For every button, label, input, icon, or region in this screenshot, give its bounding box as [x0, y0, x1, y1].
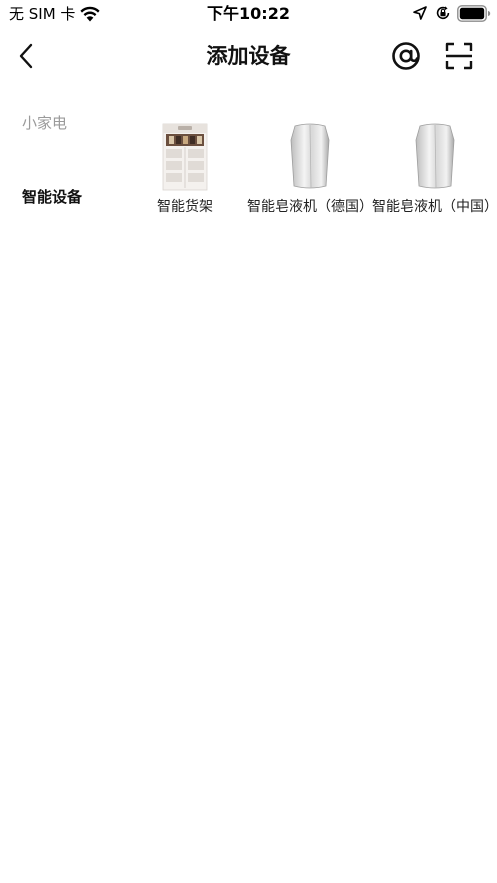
category-smart-device[interactable]: 智能设备 — [22, 186, 82, 208]
at-sign-icon — [392, 42, 420, 70]
nav-bar: 添加设备 — [0, 34, 497, 78]
status-bar: 无 SIM 卡 下午10:22 — [0, 0, 497, 28]
mention-button[interactable] — [390, 40, 422, 72]
smart-shelf-image — [162, 123, 208, 191]
scan-icon — [445, 42, 473, 70]
battery-icon — [457, 5, 491, 22]
device-label: 智能货架 — [157, 199, 213, 215]
scan-button[interactable] — [443, 40, 475, 72]
location-arrow-icon — [413, 6, 427, 20]
soap-dispenser-image — [290, 123, 330, 189]
device-label: 智能皂液机（德国） — [247, 199, 373, 215]
page-title: 添加设备 — [206, 44, 291, 68]
soap-dispenser-image — [415, 123, 455, 189]
device-label: 智能皂液机（中国） — [372, 199, 497, 215]
orientation-lock-icon — [436, 6, 450, 20]
category-small-appliance[interactable]: 小家电 — [22, 112, 67, 134]
